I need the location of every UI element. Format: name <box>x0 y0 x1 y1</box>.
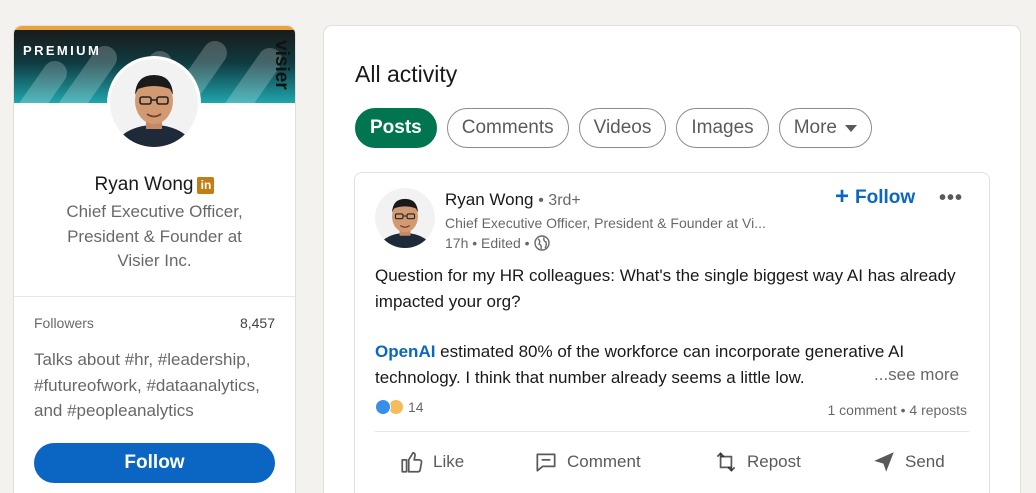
filter-videos[interactable]: Videos <box>578 108 667 148</box>
post-body-paragraph: Question for my HR colleagues: What's th… <box>375 266 956 311</box>
filter-more[interactable]: More <box>778 108 872 148</box>
like-button[interactable]: Like <box>399 449 464 475</box>
send-label: Send <box>905 452 945 471</box>
followers-row: Followers 8,457 <box>34 315 275 331</box>
profile-avatar[interactable] <box>107 56 201 150</box>
send-button[interactable]: Send <box>871 449 945 475</box>
divider <box>14 296 295 297</box>
talks-about: Talks about #hr, #leadership, #futureofw… <box>34 350 260 420</box>
followers-label: Followers <box>34 315 94 331</box>
filter-more-label: More <box>793 117 837 138</box>
plus-icon: + <box>835 182 850 210</box>
profile-headline: Chief Executive Officer, President & Fou… <box>66 202 243 270</box>
post-body-text: estimated 80% of the workforce can incor… <box>375 342 905 387</box>
premium-label: PREMIUM <box>23 43 102 58</box>
repost-label: Repost <box>747 452 801 471</box>
activity-title: All activity <box>355 61 458 87</box>
post-meta: 17h • Edited • <box>445 235 550 251</box>
post-card: Ryan Wong • 3rd+ Chief Executive Officer… <box>354 172 990 493</box>
profile-name[interactable]: Ryan Wong <box>95 174 194 195</box>
profile-name-row: Ryan Wong in <box>14 174 295 196</box>
comment-icon <box>536 453 556 472</box>
like-label: Like <box>433 452 465 471</box>
post-timestamp: 17h • Edited • <box>445 235 530 251</box>
post-author-avatar[interactable] <box>375 188 435 248</box>
linkedin-premium-icon: in <box>197 177 215 194</box>
reaction-count: 14 <box>408 399 424 415</box>
post-author-headline: Chief Executive Officer, President & Fou… <box>445 215 766 231</box>
reaction-summary[interactable]: 14 <box>375 399 424 415</box>
more-options-icon[interactable]: ••• <box>939 187 963 210</box>
like-reaction-icon <box>375 399 391 415</box>
followers-count: 8,457 <box>239 315 275 331</box>
post-author-name[interactable]: Ryan Wong <box>445 190 534 209</box>
post-author-row: Ryan Wong • 3rd+ <box>445 190 581 210</box>
filter-posts[interactable]: Posts <box>355 108 437 148</box>
repost-button[interactable]: Repost <box>713 449 801 475</box>
filter-images[interactable]: Images <box>676 108 769 148</box>
filter-comments[interactable]: Comments <box>446 108 569 148</box>
repost-icon <box>716 452 736 472</box>
thumbs-up-icon <box>401 451 423 473</box>
post-follow-label: Follow <box>855 187 916 208</box>
globe-icon <box>533 235 550 251</box>
divider <box>375 431 969 432</box>
post-stats[interactable]: 1 comment • 4 reposts <box>827 402 967 418</box>
activity-filter-pills: Posts Comments Videos Images More <box>355 108 872 148</box>
follow-button[interactable]: Follow <box>34 443 275 483</box>
comment-label: Comment <box>567 452 641 471</box>
see-more-link[interactable]: ...see more <box>874 365 959 385</box>
profile-card: PREMIUM visier Ryan Wong in Chief Executi… <box>14 26 295 493</box>
activity-card: All activity Posts Comments Videos Image… <box>324 26 1020 493</box>
banner-logo: visier <box>271 40 292 90</box>
connection-degree: • 3rd+ <box>538 192 581 209</box>
caret-down-icon <box>844 124 857 132</box>
post-follow-button[interactable]: + Follow <box>835 182 916 210</box>
mention-link[interactable]: OpenAI <box>375 342 435 361</box>
comment-button[interactable]: Comment <box>533 449 641 475</box>
send-icon <box>874 452 894 472</box>
